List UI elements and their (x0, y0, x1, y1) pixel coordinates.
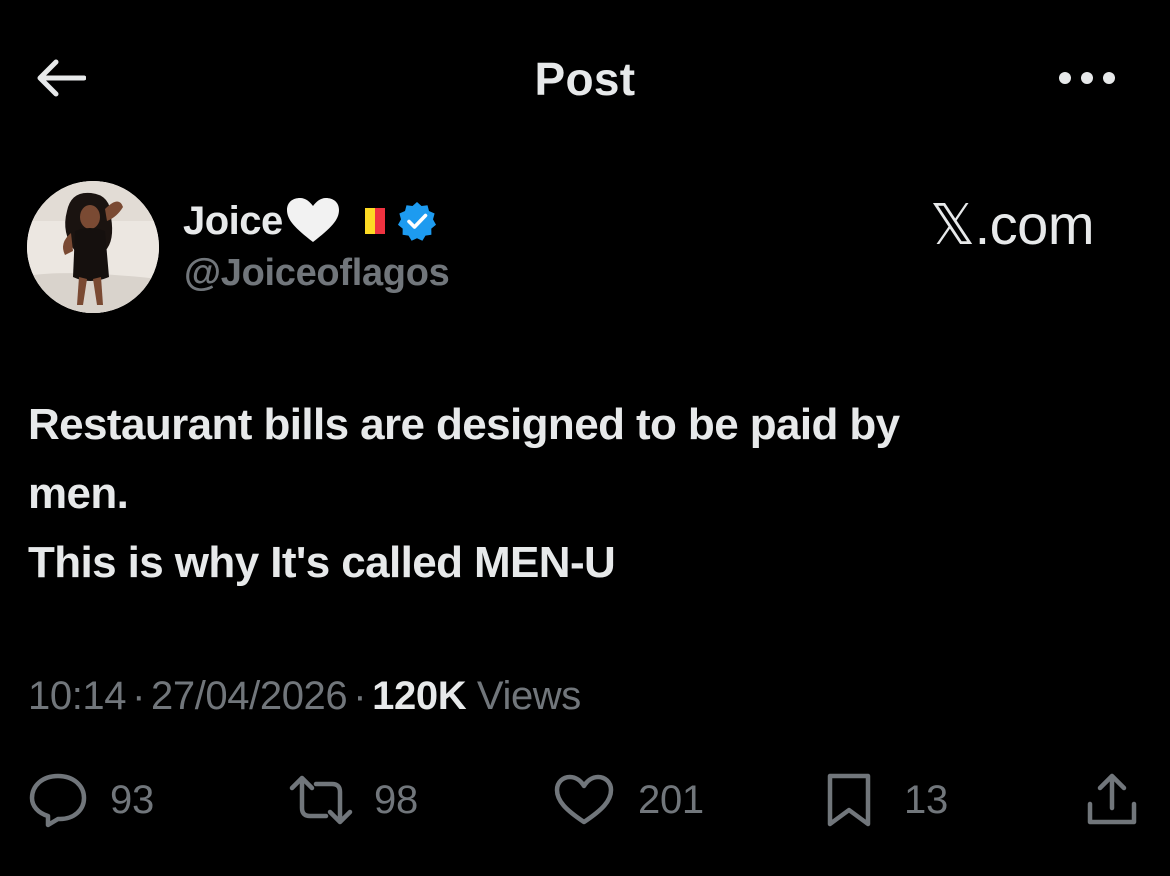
views-label: Views (476, 674, 581, 718)
watermark-text: 𝕏.com (930, 193, 1094, 256)
verified-badge-icon (397, 201, 437, 241)
repost-icon (289, 775, 353, 825)
author-display-name[interactable]: Joice (183, 196, 437, 246)
display-name-text: Joice (183, 198, 283, 243)
reply-count: 93 (110, 777, 154, 822)
post-meta: 10:14 · 27/04/2026 · 120K Views (28, 674, 581, 719)
post-text-line: Restaurant bills are designed to be paid… (28, 400, 900, 449)
reply-icon (29, 773, 87, 828)
meta-separator: · (353, 674, 367, 718)
reply-button[interactable]: 93 (28, 770, 154, 830)
share-icon (1087, 773, 1137, 825)
repost-count: 98 (374, 777, 418, 822)
like-button[interactable]: 201 (552, 770, 704, 830)
like-count: 201 (638, 777, 704, 822)
bookmark-button[interactable]: 13 (822, 770, 948, 830)
post-text-line: men. (28, 469, 129, 518)
more-horizontal-icon (1059, 72, 1115, 84)
meta-separator: · (132, 674, 146, 718)
page-title: Post (534, 53, 636, 105)
author-handle[interactable]: @Joiceoflagos (184, 252, 450, 295)
views-count: 120K (372, 674, 467, 718)
post-text: Restaurant bills are designed to be paid… (28, 390, 1138, 597)
avatar-image (27, 181, 159, 313)
white-heart-icon (285, 196, 341, 246)
more-options-button[interactable] (1052, 58, 1122, 98)
share-button[interactable] (1084, 770, 1140, 830)
belgium-flag-icon (354, 208, 385, 234)
avatar[interactable] (27, 181, 159, 313)
bookmark-icon (827, 773, 871, 827)
repost-button[interactable]: 98 (286, 770, 418, 830)
post-date[interactable]: 27/04/2026 (151, 674, 348, 718)
bookmark-count: 13 (904, 777, 948, 822)
heart-icon (554, 774, 614, 825)
post-text-line: This is why It's called MEN-U (28, 538, 616, 587)
post-time[interactable]: 10:14 (28, 674, 127, 718)
